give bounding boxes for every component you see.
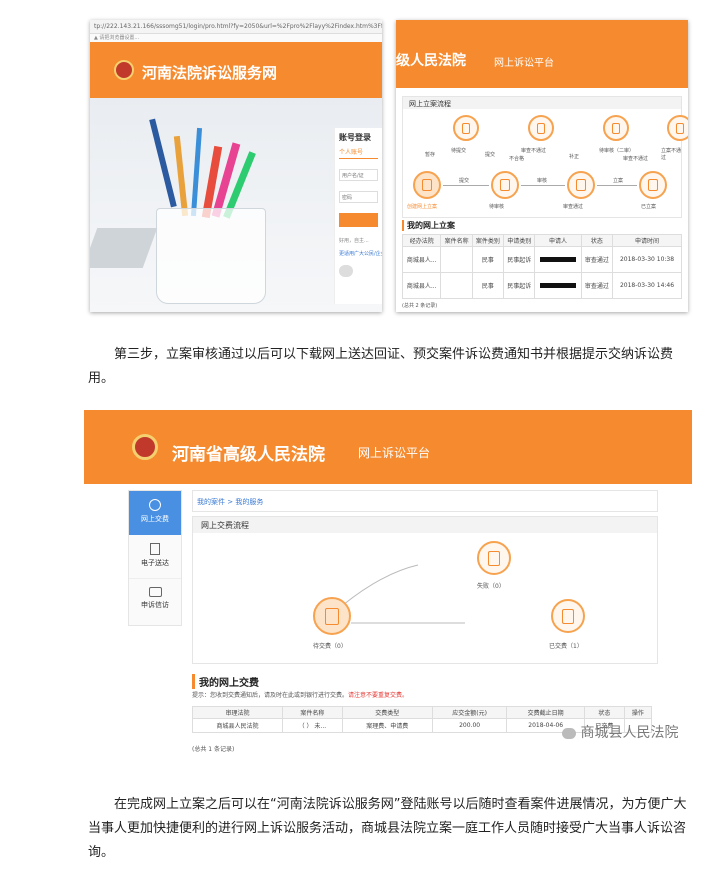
flow-label-correct: 补正 xyxy=(569,154,580,160)
sidebar-item-payment[interactable]: 网上交费 xyxy=(129,491,181,535)
payment-record-count: (总共 1 条记录) xyxy=(192,746,235,753)
pending-review-icon xyxy=(491,171,519,199)
my-payments-title: 我的网上交费 xyxy=(192,674,259,689)
review-fail-icon xyxy=(528,115,554,141)
site-header: 河南法院诉讼服务网 xyxy=(90,42,382,98)
status-pending: 待交费（0） xyxy=(313,643,347,650)
payment-flow-arrows xyxy=(342,564,465,624)
col-amount: 应交金额(元) xyxy=(431,706,508,719)
flow-label-filed: 已立案 xyxy=(641,204,657,210)
send-payment-icon xyxy=(313,597,351,635)
screenshot-login: tp://222.143.21.166/sssomg51/login/pro.h… xyxy=(90,20,382,312)
username-input[interactable]: 用户名/证 xyxy=(339,169,378,181)
flow-label-review-fail-2: 审查不通过 xyxy=(623,156,649,162)
password-input[interactable]: 密码 xyxy=(339,191,378,203)
payment-flow-panel: 网上交费流程 失败（0） 待交费（0） 已交费（1） xyxy=(192,516,658,664)
paragraph-step3: 第三步，立案审核通过以后可以下载网上送达回证、预交案件诉讼费通知书并根据提示交纳… xyxy=(88,347,674,386)
col-apply-type[interactable]: 申请类别 xyxy=(503,234,536,247)
status-filter[interactable]: 状态 xyxy=(583,706,625,719)
create-filing-icon xyxy=(413,171,441,199)
col-court: 经办法院 xyxy=(401,234,442,247)
status-paid: 已交费（1） xyxy=(549,643,583,650)
record-count: (总共 2 条记录) xyxy=(402,303,438,309)
login-button[interactable] xyxy=(339,213,378,227)
col-status[interactable]: 状态 xyxy=(580,234,614,247)
payment-flow-title: 网上交费流程 xyxy=(193,517,657,533)
table-row[interactable]: 商城县人... 民事 民事起诉 审查通过 2018-03-30 14:46 xyxy=(401,272,682,299)
court-emblem-icon xyxy=(114,60,134,80)
col-applicant: 申请人 xyxy=(534,234,582,247)
filed-icon xyxy=(639,171,667,199)
chat-icon xyxy=(148,587,162,597)
col-deadline: 交费截止日期 xyxy=(506,706,585,719)
my-filings-title: 我的网上立案 xyxy=(402,220,455,231)
screenshot-online-filing: 级人民法院 网上诉讼平台 网上立案流程 暂存 待提交 提交 审查不通过 不合格 … xyxy=(396,20,688,312)
login-panel: 账号登录 个人账号 用户名/证 密码 好用，自主... 更适用广大公民/企业 xyxy=(334,128,382,304)
sidebar: 网上交费 电子送达 申诉信访 xyxy=(128,490,182,626)
flow-label-filing-fail: 立案不通过 xyxy=(661,148,682,161)
wechat-icon xyxy=(339,265,353,277)
watermark: 商城县人民法院 xyxy=(562,722,678,742)
pending-submit-icon xyxy=(453,115,479,141)
col-fee-type: 交费类型 xyxy=(341,706,433,719)
login-link[interactable]: 更适用广大公民/企业 xyxy=(339,250,382,257)
flow-label-review-fail: 审查不通过 xyxy=(521,148,547,154)
col-case-name: 案件名称 xyxy=(282,706,343,719)
col-apply-time[interactable]: 申请时间 xyxy=(612,234,682,247)
payment-header: 河南省高级人民法院 网上诉讼平台 xyxy=(84,410,692,484)
flow-label-unqualified: 不合格 xyxy=(509,156,525,162)
tab-personal-account[interactable]: 个人账号 xyxy=(339,147,378,159)
flow-label-second-review: 待审核（二审） xyxy=(599,148,635,154)
platform-header: 级人民法院 网上诉讼平台 xyxy=(396,20,688,88)
court-emblem-icon xyxy=(132,434,158,460)
col-case-type[interactable]: 案件类别 xyxy=(471,234,505,247)
login-title: 账号登录 xyxy=(339,133,371,142)
flow-panel: 网上立案流程 暂存 待提交 提交 审查不通过 不合格 补正 待审核（二审） 审查… xyxy=(402,96,688,218)
flow-label-pending: 待审核 xyxy=(489,204,505,210)
payment-subtitle: 网上诉讼平台 xyxy=(358,446,431,460)
review-pass-icon xyxy=(567,171,595,199)
flow-label-submit-2: 提交 xyxy=(459,178,470,184)
payment-failed-icon xyxy=(477,541,511,575)
breadcrumb: 我的案件 > 我的服务 xyxy=(192,490,658,512)
table-row[interactable]: 商城县人... 民事 民事起诉 审查通过 2018-03-30 10:38 xyxy=(401,246,682,273)
sidebar-item-petition[interactable]: 申诉信访 xyxy=(129,579,181,623)
col-court: 审理法院 xyxy=(191,706,284,719)
second-review-icon xyxy=(603,115,629,141)
flow-label-review: 审核 xyxy=(537,178,548,184)
top-note: ▲ 请把浏览器设置... xyxy=(90,34,382,42)
screenshot-online-payment: 河南省高级人民法院 网上诉讼平台 网上交费 电子送达 申诉信访 我的案件 > 我… xyxy=(84,410,692,760)
wechat-icon xyxy=(562,727,576,739)
browser-address-bar: tp://222.143.21.166/sssomg51/login/pro.h… xyxy=(90,20,382,34)
paragraph-summary: 在完成网上立案之后可以在“河南法院诉讼服务网”登陆账号以后随时查看案件进展情况，… xyxy=(88,797,687,860)
payment-hint: 提示：您收到交费通知后，请及时在此或到银行进行交费。请注意不要重复交费。 xyxy=(192,692,409,699)
flow-label-create: 创建网上立案 xyxy=(407,204,438,210)
platform-subtitle: 网上诉讼平台 xyxy=(494,58,554,69)
payment-title: 河南省高级人民法院 xyxy=(172,445,325,465)
site-title: 河南法院诉讼服务网 xyxy=(142,64,278,82)
flow-label-submit: 提交 xyxy=(485,152,496,158)
flow-label-draft: 暂存 xyxy=(425,152,436,158)
paid-icon xyxy=(551,599,585,633)
payment-icon xyxy=(149,499,161,511)
flow-label-pass: 审查通过 xyxy=(563,204,584,210)
flow-label-pending-submit: 待提交 xyxy=(451,148,467,154)
platform-title: 级人民法院 xyxy=(396,53,466,69)
col-case-name: 案件名称 xyxy=(440,234,473,247)
status-failed: 失败（0） xyxy=(477,583,505,590)
flow-title: 网上立案流程 xyxy=(403,97,681,109)
filing-fail-icon xyxy=(667,115,688,141)
redacted-name xyxy=(540,283,577,288)
col-action: 操作 xyxy=(623,706,653,719)
redacted-name xyxy=(540,257,577,262)
flow-label-file: 立案 xyxy=(613,178,624,184)
filings-table: 经办法院 案件名称 案件类别 申请类别 申请人 状态 申请时间 商城县人... 民… xyxy=(401,234,682,299)
sidebar-item-e-delivery[interactable]: 电子送达 xyxy=(129,535,181,579)
document-icon xyxy=(150,543,160,555)
login-footnote: 好用，自主... xyxy=(339,238,369,244)
